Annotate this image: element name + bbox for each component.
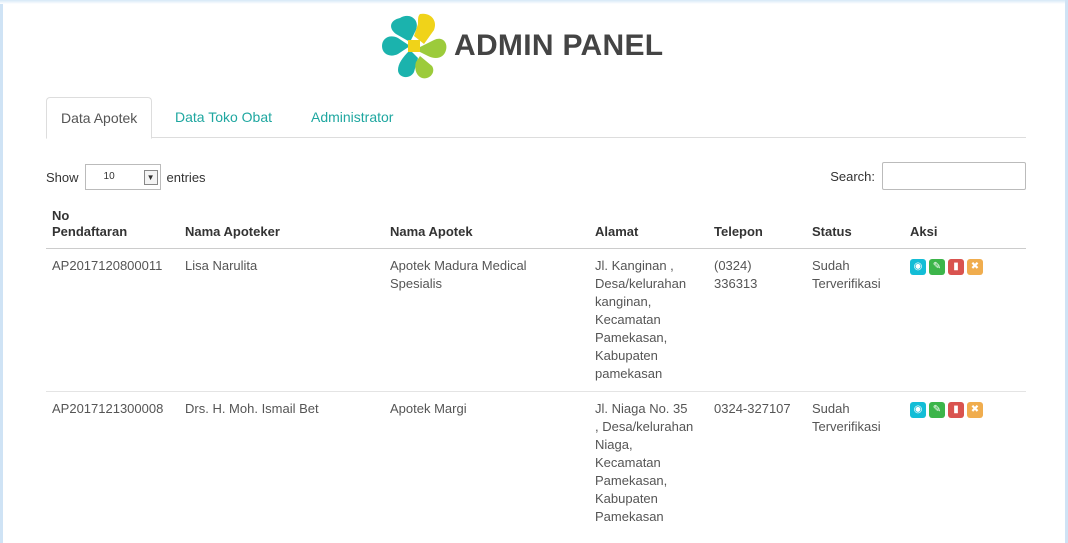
column-header-no[interactable]: No Pendaftaran xyxy=(46,204,179,249)
column-header-no-line2: Pendaftaran xyxy=(52,224,128,239)
cell-alamat: Jl. Niaga No. 35 , Desa/kelurahan Niaga,… xyxy=(589,391,708,534)
window-frame-top xyxy=(0,0,1068,4)
tab-data-toko-obat[interactable]: Data Toko Obat xyxy=(161,97,286,137)
logo-icon xyxy=(380,12,448,80)
column-header-aksi: Aksi xyxy=(904,204,1026,249)
trash-icon: ▮ xyxy=(953,261,959,272)
cell-alamat-line: Jl. Niaga No. 35 xyxy=(595,401,688,416)
search-control: Search: xyxy=(830,162,1026,190)
eye-icon: ◉ xyxy=(913,261,923,272)
search-input[interactable] xyxy=(882,162,1026,190)
trash-icon: ▮ xyxy=(953,404,959,415)
column-header-nama-apotek[interactable]: Nama Apotek xyxy=(384,204,589,249)
cell-status-line: Sudah xyxy=(812,258,850,273)
cell-status: Sudah Terverifikasi xyxy=(806,249,904,392)
cell-aksi: ◉ ✎ ▮ ✖ xyxy=(904,249,1026,392)
cell-alamat-line: Pamekasan, xyxy=(595,330,668,345)
action-buttons: ◉ ✎ ▮ ✖ xyxy=(910,400,1020,418)
cell-alamat-line: kanginan, xyxy=(595,294,652,309)
cell-alamat-line: , Desa/kelurahan xyxy=(595,419,694,434)
action-buttons: ◉ ✎ ▮ ✖ xyxy=(910,257,1020,275)
cell-alamat-line: pamekasan xyxy=(595,366,663,381)
cell-nama-apotek-line: Spesialis xyxy=(390,276,443,291)
cell-alamat-line: Pamekasan xyxy=(595,509,664,524)
eye-icon: ◉ xyxy=(913,404,923,415)
search-label: Search: xyxy=(830,168,875,184)
cell-no-pendaftaran: AP2017120800011 xyxy=(52,258,163,273)
cell-status-line: Terverifikasi xyxy=(812,276,881,291)
column-header-status[interactable]: Status xyxy=(806,204,904,249)
cell-telepon-line: (0324) xyxy=(714,258,752,273)
edit-button[interactable]: ✎ xyxy=(929,402,945,418)
cell-alamat-line: Pamekasan, xyxy=(595,473,668,488)
cell-alamat-line: Desa/kelurahan xyxy=(595,276,687,291)
cell-nama-apotek: Apotek Madura Medical Spesialis xyxy=(384,249,589,392)
entries-select-value: 10 xyxy=(103,171,115,182)
cell-nama-apotek-line: Apotek Margi xyxy=(390,401,467,416)
cell-telepon: (0324) 336313 xyxy=(708,249,806,392)
tab-administrator[interactable]: Administrator xyxy=(297,97,407,137)
tab-bar: Data Apotek Data Toko Obat Administrator xyxy=(46,97,1026,139)
cell-no-pendaftaran: AP2017121300008 xyxy=(46,391,179,534)
cell-status: Sudah Terverifikasi xyxy=(806,391,904,534)
chevron-down-icon[interactable]: ▼ xyxy=(143,170,158,185)
cell-nama-apotek-line: Apotek Madura Medical xyxy=(390,258,527,273)
cell-alamat-line: Kecamatan xyxy=(595,312,661,327)
apotek-table: No Pendaftaran Nama Apoteker Nama Apotek… xyxy=(46,204,1026,534)
table-row: AP2017121300008 Drs. H. Moh. Ismail Bet … xyxy=(46,391,1026,534)
pencil-icon: ✎ xyxy=(932,261,942,272)
cell-alamat-line: Kecamatan xyxy=(595,455,661,470)
cell-nama-apoteker: Drs. H. Moh. Ismail Bet xyxy=(179,391,384,534)
column-header-telepon[interactable]: Telepon xyxy=(708,204,806,249)
edit-button[interactable]: ✎ xyxy=(929,259,945,275)
show-label: Show xyxy=(46,169,79,185)
reject-button[interactable]: ✖ xyxy=(967,402,983,418)
cell-nama-apoteker: Lisa Narulita xyxy=(185,258,258,273)
tab-data-apotek[interactable]: Data Apotek xyxy=(46,97,153,139)
view-button[interactable]: ◉ xyxy=(910,259,926,275)
page-title: ADMIN PANEL xyxy=(454,29,664,62)
cell-telepon-line: 336313 xyxy=(714,276,758,291)
entries-length-control: Show 10 ▼ entries xyxy=(46,164,206,190)
pencil-icon: ✎ xyxy=(932,404,942,415)
table-row: AP2017120800011 Lisa Narulita Apotek Mad… xyxy=(46,249,1026,392)
entries-label: entries xyxy=(166,169,206,185)
cell-status-line: Terverifikasi xyxy=(812,419,881,434)
cell-aksi: ◉ ✎ ▮ ✖ xyxy=(904,391,1026,534)
entries-select[interactable]: 10 ▼ xyxy=(84,164,161,190)
column-header-alamat[interactable]: Alamat xyxy=(589,204,708,249)
table-header-row: No Pendaftaran Nama Apoteker Nama Apotek… xyxy=(46,204,1026,249)
x-icon: ✖ xyxy=(970,261,980,272)
page-header: ADMIN PANEL xyxy=(380,12,663,80)
cell-telepon: 0324-327107 xyxy=(708,391,806,534)
view-button[interactable]: ◉ xyxy=(910,402,926,418)
cell-alamat-line: Kabupaten xyxy=(595,491,658,506)
reject-button[interactable]: ✖ xyxy=(967,259,983,275)
cell-status-line: Sudah xyxy=(812,401,850,416)
delete-button[interactable]: ▮ xyxy=(948,259,964,275)
cell-alamat-line: Jl. Kanginan , xyxy=(595,258,674,273)
column-header-nama-apoteker[interactable]: Nama Apoteker xyxy=(179,204,384,249)
cell-alamat-line: Niaga, xyxy=(595,437,633,452)
x-icon: ✖ xyxy=(970,404,980,415)
cell-telepon-line: 0324-327107 xyxy=(714,401,791,416)
cell-alamat-line: Kabupaten xyxy=(595,348,658,363)
cell-alamat: Jl. Kanginan , Desa/kelurahan kanginan, … xyxy=(589,249,708,392)
delete-button[interactable]: ▮ xyxy=(948,402,964,418)
column-header-no-line1: No xyxy=(52,208,70,223)
window-frame-left xyxy=(0,0,3,543)
cell-nama-apotek: Apotek Margi xyxy=(384,391,589,534)
